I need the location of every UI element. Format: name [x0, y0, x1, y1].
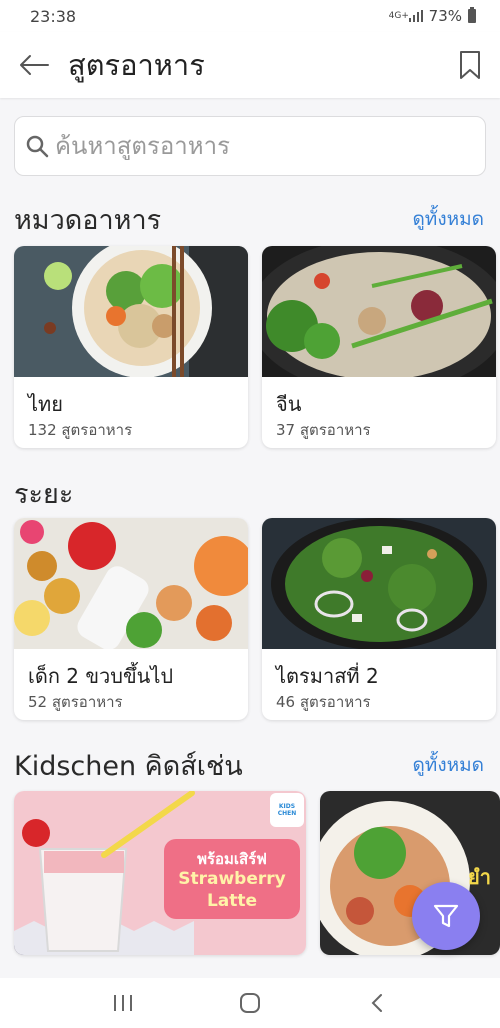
salad-image: [262, 518, 496, 650]
back-button[interactable]: [0, 32, 68, 98]
chevron-left-icon: [371, 994, 382, 1012]
back-nav-button[interactable]: [347, 978, 407, 1028]
page-title: สูตรอาหาร: [68, 48, 205, 82]
category-count: 37 สูตรอาหาร: [276, 421, 371, 439]
promo-yum-label: ยำ: [468, 865, 491, 889]
bookmark-icon: [460, 51, 480, 79]
network-type: 4G+: [388, 10, 409, 21]
search-input[interactable]: [55, 132, 475, 160]
stage-card-toddler[interactable]: เด็ก 2 ขวบขึ้นไป 52 สูตรอาหาร: [14, 518, 248, 720]
stage-card-trimester[interactable]: ไตรมาสที่ 2 46 สูตรอาหาร: [262, 518, 496, 720]
home-icon: [239, 993, 260, 1013]
signal-icon: [408, 10, 423, 22]
baby-food-image: [14, 518, 248, 650]
bookmark-button[interactable]: [440, 32, 500, 98]
stage-count: 52 สูตรอาหาร: [28, 693, 123, 711]
thai-food-image: [14, 246, 248, 378]
stages-title: ระยะ: [14, 479, 74, 510]
battery-percent: 73%: [428, 7, 462, 25]
battery-icon: [468, 7, 476, 23]
recents-icon: [114, 995, 133, 1011]
category-card-thai[interactable]: ไทย 132 สูตรอาหาร: [14, 246, 248, 448]
status-icons: 4G+ 73%: [389, 7, 476, 25]
category-title: ไทย: [28, 392, 63, 416]
home-button[interactable]: [220, 978, 280, 1028]
chinese-food-image: [262, 246, 496, 394]
promo-line1: พร้อมเสิร์ฟ: [197, 850, 267, 868]
categories-title: หมวดอาหาร: [14, 205, 162, 236]
categories-see-all-link[interactable]: ดูทั้งหมด: [412, 204, 484, 234]
system-nav-bar: [0, 978, 500, 1028]
kidschen-title: Kidschen คิดส์เช่น: [14, 751, 243, 782]
category-card-chinese[interactable]: จีน 37 สูตรอาหาร: [262, 246, 496, 448]
filter-icon: [433, 904, 459, 928]
promo-line2: Strawberry: [178, 869, 286, 889]
filter-button[interactable]: [412, 882, 480, 950]
category-title: จีน: [276, 392, 302, 416]
recents-button[interactable]: [93, 978, 153, 1028]
promo-logo: KIDS CHEN: [277, 803, 297, 817]
status-bar: 23:38 4G+ 73%: [0, 0, 500, 32]
stage-title: ไตรมาสที่ 2: [276, 664, 379, 688]
search-icon: [26, 135, 49, 158]
category-count: 132 สูตรอาหาร: [28, 421, 133, 439]
kidschen-see-all-link[interactable]: ดูทั้งหมด: [412, 750, 484, 780]
promo-line3: Latte: [206, 891, 258, 911]
stage-title: เด็ก 2 ขวบขึ้นไป: [28, 664, 174, 688]
stage-count: 46 สูตรอาหาร: [276, 693, 371, 711]
search-bar[interactable]: [14, 116, 486, 176]
promo-card-strawberry-latte[interactable]: KIDS CHEN พร้อมเสิร์ฟ Strawberry Latte: [14, 791, 306, 955]
status-time: 23:38: [30, 6, 77, 26]
arrow-left-icon: [20, 55, 49, 75]
app-bar: สูตรอาหาร: [0, 32, 500, 98]
